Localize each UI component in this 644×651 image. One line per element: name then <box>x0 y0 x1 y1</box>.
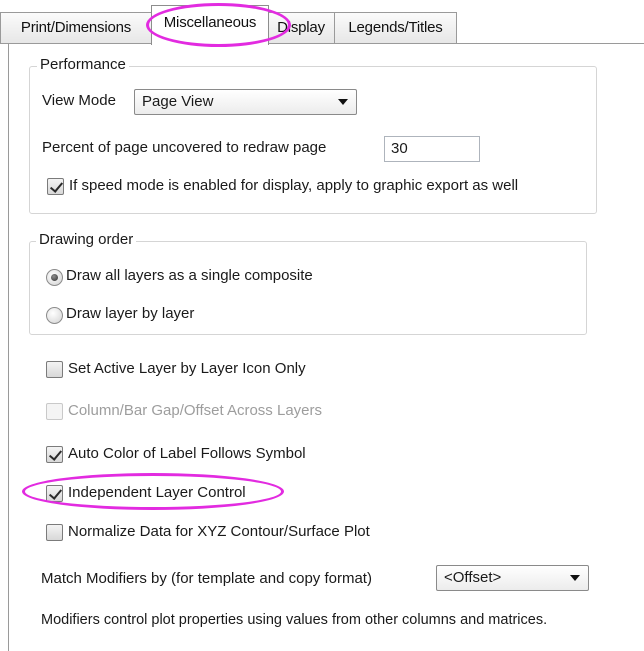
miscellaneous-page: Performance View Mode Page View Percent … <box>8 43 644 651</box>
redraw-percent-label: Percent of page uncovered to redraw page <box>42 139 327 156</box>
tab-display[interactable]: Display <box>267 12 335 44</box>
draw-layer-by-layer-radio[interactable] <box>46 307 63 324</box>
draw-composite-radio[interactable] <box>46 269 63 286</box>
column-bar-gap-checkbox[interactable] <box>46 403 63 420</box>
tab-legends-titles[interactable]: Legends/Titles <box>334 12 457 44</box>
tab-strip: Print/Dimensions Legends/Titles Display … <box>0 0 644 45</box>
plot-details-dialog: Print/Dimensions Legends/Titles Display … <box>0 0 644 651</box>
view-mode-value: Page View <box>142 93 214 110</box>
independent-layer-control-label: Independent Layer Control <box>68 484 246 501</box>
tab-miscellaneous[interactable]: Miscellaneous <box>151 5 269 45</box>
set-active-layer-label: Set Active Layer by Layer Icon Only <box>68 360 306 377</box>
match-modifiers-value: <Offset> <box>444 569 502 586</box>
column-bar-gap-label: Column/Bar Gap/Offset Across Layers <box>68 402 322 419</box>
match-modifiers-label: Match Modifiers by (for template and cop… <box>41 570 372 587</box>
speed-mode-checkbox[interactable] <box>47 178 64 195</box>
set-active-layer-checkbox[interactable] <box>46 361 63 378</box>
drawing-order-group-title: Drawing order <box>36 231 137 248</box>
draw-composite-label: Draw all layers as a single composite <box>66 267 313 284</box>
tab-print-dimensions[interactable]: Print/Dimensions <box>0 12 152 44</box>
auto-color-label-label: Auto Color of Label Follows Symbol <box>68 445 306 462</box>
chevron-down-icon <box>570 575 580 581</box>
speed-mode-label: If speed mode is enabled for display, ap… <box>69 177 519 194</box>
normalize-data-label: Normalize Data for XYZ Contour/Surface P… <box>68 523 370 540</box>
auto-color-label-checkbox[interactable] <box>46 446 63 463</box>
chevron-down-icon <box>338 99 348 105</box>
performance-group-title: Performance <box>37 56 129 73</box>
modifiers-note: Modifiers control plot properties using … <box>41 612 548 628</box>
draw-layer-by-layer-label: Draw layer by layer <box>66 305 195 322</box>
independent-layer-control-checkbox[interactable] <box>46 485 63 502</box>
redraw-percent-input[interactable]: 30 <box>384 136 480 162</box>
view-mode-label: View Mode <box>42 92 116 109</box>
view-mode-dropdown[interactable]: Page View <box>134 89 357 115</box>
tab-divider <box>0 43 644 44</box>
match-modifiers-dropdown[interactable]: <Offset> <box>436 565 589 591</box>
normalize-data-checkbox[interactable] <box>46 524 63 541</box>
